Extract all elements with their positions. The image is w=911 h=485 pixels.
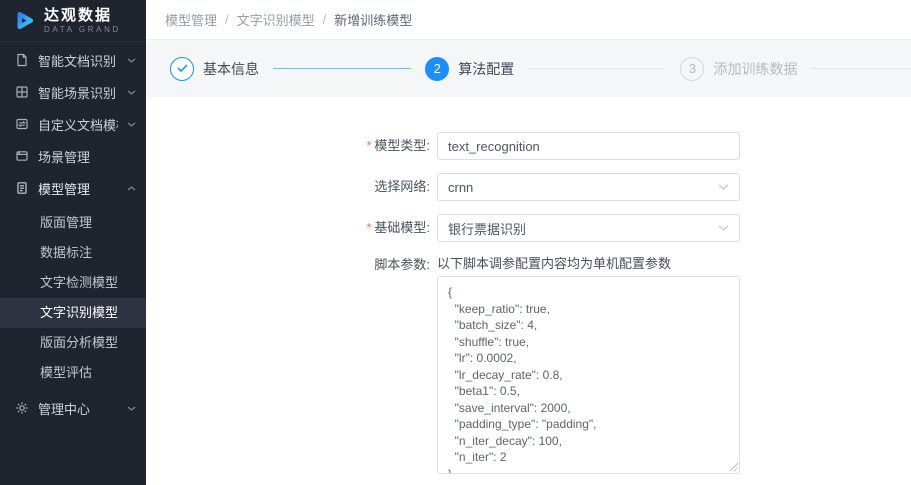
form-row-network: 选择网络: crnn bbox=[146, 173, 911, 201]
sidebar-subitem-label: 文字识别模型 bbox=[40, 305, 118, 320]
brand-subtitle: DATA GRAND bbox=[44, 25, 121, 34]
sidebar-item-label: 模型管理 bbox=[38, 179, 118, 198]
brand-text: 达观数据 DATA GRAND bbox=[44, 7, 121, 33]
field-label-text: 模型类型: bbox=[374, 138, 430, 153]
step-connector bbox=[811, 68, 911, 69]
model-type-input[interactable] bbox=[437, 132, 740, 160]
chevron-down-icon bbox=[127, 122, 136, 127]
form-panel: *模型类型: 选择网络: crnn *基础模型: 银行票据识别 脚本参数: bbox=[146, 97, 911, 485]
sidebar-menu: 智能文档识别 智能场景识别 自定义文档模板 bbox=[0, 42, 146, 485]
form-row-base-model: *基础模型: 银行票据识别 bbox=[146, 214, 911, 242]
brand-logo[interactable]: 达观数据 DATA GRAND bbox=[0, 0, 146, 42]
sidebar-subitem-layout-analysis-model[interactable]: 版面分析模型 bbox=[0, 328, 146, 358]
field-label-text: 选择网络: bbox=[374, 179, 430, 194]
script-params-group: 以下脚本调参配置内容均为单机配置参数 { "keep_ratio": true,… bbox=[437, 255, 740, 479]
sidebar-subitem-model-evaluation[interactable]: 模型评估 bbox=[0, 358, 146, 388]
scene-icon bbox=[15, 149, 29, 163]
step-algorithm-config: 2 算法配置 bbox=[425, 57, 514, 81]
chevron-down-icon bbox=[127, 58, 136, 63]
sidebar-item-scene-management[interactable]: 场景管理 bbox=[0, 140, 146, 172]
step-label: 基本信息 bbox=[203, 59, 259, 79]
step-number-badge: 2 bbox=[425, 57, 449, 81]
sidebar-item-label: 管理中心 bbox=[38, 399, 118, 418]
breadcrumb-bar: 模型管理 / 文字识别模型 / 新增训练模型 bbox=[146, 0, 911, 40]
breadcrumb-item-model-management[interactable]: 模型管理 bbox=[165, 10, 217, 29]
brand-logo-icon bbox=[12, 8, 37, 33]
step-finished-check-icon bbox=[170, 57, 194, 81]
script-params-hint: 以下脚本调参配置内容均为单机配置参数 bbox=[437, 255, 740, 272]
required-mark: * bbox=[366, 220, 371, 235]
step-label: 添加训练数据 bbox=[713, 59, 797, 79]
field-label-text: 基础模型: bbox=[374, 220, 430, 235]
form-row-script-params: 脚本参数: 以下脚本调参配置内容均为单机配置参数 { "keep_ratio":… bbox=[146, 255, 911, 479]
script-params-textarea[interactable]: { "keep_ratio": true, "batch_size": 4, "… bbox=[437, 276, 740, 474]
sidebar-subitem-label: 模型评估 bbox=[40, 365, 92, 380]
network-select[interactable]: crnn bbox=[437, 173, 740, 201]
step-basic-info: 基本信息 bbox=[170, 57, 259, 81]
gear-icon bbox=[15, 401, 29, 415]
sidebar-subitem-label: 版面管理 bbox=[40, 215, 92, 230]
step-add-training-data: 3 添加训练数据 bbox=[680, 57, 797, 81]
sidebar-subitem-text-recognition-model[interactable]: 文字识别模型 bbox=[0, 298, 146, 328]
model-icon bbox=[15, 181, 29, 195]
base-model-label: *基础模型: bbox=[146, 214, 430, 242]
network-select-value: crnn bbox=[448, 180, 473, 195]
script-params-textarea-wrap: { "keep_ratio": true, "batch_size": 4, "… bbox=[437, 276, 740, 474]
sidebar-subitem-label: 文字检测模型 bbox=[40, 275, 118, 290]
breadcrumb-current: 新增训练模型 bbox=[334, 10, 412, 29]
breadcrumb: 模型管理 / 文字识别模型 / 新增训练模型 bbox=[165, 10, 412, 29]
base-model-select[interactable]: 银行票据识别 bbox=[437, 214, 740, 242]
step-connector bbox=[528, 68, 666, 69]
sidebar-subitem-layout-management[interactable]: 版面管理 bbox=[0, 208, 146, 238]
sidebar-item-model-management[interactable]: 模型管理 bbox=[0, 172, 146, 204]
stepper: 基本信息 2 算法配置 3 添加训练数据 bbox=[146, 40, 911, 97]
script-params-label: 脚本参数: bbox=[146, 255, 430, 273]
step-connector bbox=[273, 68, 411, 69]
breadcrumb-item-text-recognition-model[interactable]: 文字识别模型 bbox=[237, 10, 315, 29]
sidebar-subitem-label: 数据标注 bbox=[40, 245, 92, 260]
chevron-down-icon bbox=[718, 225, 729, 231]
sidebar: 达观数据 DATA GRAND 智能文档识别 智能场景识别 bbox=[0, 0, 146, 485]
model-management-submenu: 版面管理 数据标注 文字检测模型 文字识别模型 版面分析模型 模型评估 bbox=[0, 208, 146, 388]
chevron-down-icon bbox=[718, 184, 729, 190]
main-area: 模型管理 / 文字识别模型 / 新增训练模型 基本信息 2 算法配置 3 bbox=[146, 0, 911, 485]
sidebar-subitem-data-annotation[interactable]: 数据标注 bbox=[0, 238, 146, 268]
sidebar-item-label: 自定义文档模板 bbox=[38, 115, 118, 134]
document-icon bbox=[15, 53, 29, 67]
sidebar-subitem-text-detection-model[interactable]: 文字检测模型 bbox=[0, 268, 146, 298]
model-type-label: *模型类型: bbox=[146, 132, 430, 160]
sidebar-item-smart-scene-recognition[interactable]: 智能场景识别 bbox=[0, 76, 146, 108]
step-number-badge: 3 bbox=[680, 57, 704, 81]
sidebar-item-label: 智能文档识别 bbox=[38, 51, 118, 70]
network-label: 选择网络: bbox=[146, 173, 430, 201]
sidebar-item-admin-center[interactable]: 管理中心 bbox=[0, 392, 146, 424]
step-label: 算法配置 bbox=[458, 59, 514, 79]
sidebar-item-label: 场景管理 bbox=[38, 147, 136, 166]
breadcrumb-separator: / bbox=[225, 12, 229, 27]
chevron-down-icon bbox=[127, 406, 136, 411]
required-mark: * bbox=[366, 138, 371, 153]
sidebar-item-custom-doc-template[interactable]: 自定义文档模板 bbox=[0, 108, 146, 140]
template-icon bbox=[15, 117, 29, 131]
sidebar-item-label: 智能场景识别 bbox=[38, 83, 118, 102]
base-model-select-value: 银行票据识别 bbox=[448, 219, 526, 238]
sidebar-subitem-label: 版面分析模型 bbox=[40, 335, 118, 350]
chevron-down-icon bbox=[127, 90, 136, 95]
sidebar-item-smart-doc-recognition[interactable]: 智能文档识别 bbox=[0, 44, 146, 76]
form-row-model-type: *模型类型: bbox=[146, 132, 911, 160]
chevron-up-icon bbox=[127, 186, 136, 191]
breadcrumb-separator: / bbox=[323, 12, 327, 27]
grid-icon bbox=[15, 85, 29, 99]
brand-title: 达观数据 bbox=[44, 7, 121, 24]
field-label-text: 脚本参数: bbox=[374, 257, 430, 272]
app-window: 达观数据 DATA GRAND 智能文档识别 智能场景识别 bbox=[0, 0, 911, 485]
